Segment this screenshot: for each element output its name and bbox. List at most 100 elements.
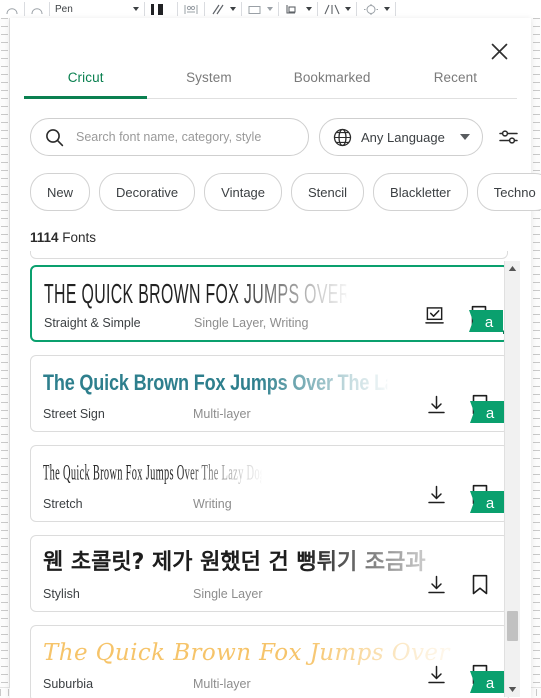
toolbar-shape-group[interactable]: [0, 0, 24, 18]
font-name: Stretch: [43, 497, 83, 511]
font-list-item[interactable]: The Quick Brown Fox Jumps Over The Lazy …: [30, 355, 509, 432]
toolbar-arrange[interactable]: [279, 0, 317, 18]
effects-icon: [362, 3, 380, 16]
chip-stencil[interactable]: Stencil: [291, 173, 365, 211]
font-preview-text: The Quick Brown Fox Jumps Over The Lazy …: [43, 460, 261, 486]
font-meta: Stylish Single Layer: [43, 586, 483, 602]
chevron-down-icon: [132, 7, 139, 11]
font-row-actions: [425, 305, 489, 327]
slant-icon: [210, 3, 226, 16]
font-preview-text: THE QUICK BROWN FOX JUMPS OVER THE LAZY …: [44, 277, 347, 309]
bookmark-icon[interactable]: [470, 394, 490, 416]
font-name: Stylish: [43, 587, 80, 601]
download-icon[interactable]: [426, 394, 446, 416]
chevron-down-icon: [305, 7, 312, 11]
download-icon[interactable]: [426, 664, 446, 686]
tab-bookmarked[interactable]: Bookmarked: [271, 66, 394, 98]
toolbar-pen-dropdown[interactable]: [128, 0, 144, 18]
font-name: Suburbia: [43, 677, 94, 691]
scroll-down-arrow-icon[interactable]: [505, 682, 520, 697]
font-row-actions: [426, 394, 490, 416]
font-list-item[interactable]: The Quick Brown Fox Jumps Over Suburbia Mu…: [30, 625, 509, 698]
font-picker-dialog: Cricut System Bookmarked Recent Search f…: [10, 18, 541, 698]
font-meta: Suburbia Multi-layer: [43, 676, 483, 692]
search-icon: [45, 128, 64, 147]
toolbar-flip[interactable]: [318, 0, 356, 18]
font-list-item[interactable]: THE QUICK BROWN FOX JUMPS OVER THE LAZY …: [30, 265, 509, 342]
download-icon[interactable]: [426, 484, 446, 506]
font-preview-text: The Quick Brown Fox Jumps Over The Lazy …: [43, 370, 387, 395]
language-dropdown[interactable]: Any Language: [319, 118, 483, 156]
font-count-number: 1114: [30, 230, 59, 245]
font-type: Single Layer, Writing: [194, 316, 309, 330]
bookmark-icon[interactable]: [469, 305, 489, 327]
scrollbar-thumb[interactable]: [507, 611, 518, 641]
ruler-left: [0, 18, 10, 698]
font-count-label: 1114 Fonts: [30, 230, 96, 245]
bookmark-icon[interactable]: [470, 574, 490, 596]
globe-icon: [332, 127, 353, 148]
pattern-icon: [183, 3, 199, 16]
search-field-wrapper[interactable]: [30, 118, 309, 156]
font-list-peek-card: [30, 251, 508, 259]
close-icon[interactable]: [486, 38, 512, 64]
scroll-up-arrow-icon[interactable]: [505, 261, 520, 276]
chevron-down-icon: [383, 7, 390, 11]
font-name: Straight & Simple: [44, 316, 141, 330]
download-icon[interactable]: [426, 574, 446, 596]
toolbar-arc-group[interactable]: [25, 0, 49, 18]
tab-cricut[interactable]: Cricut: [24, 66, 148, 99]
font-row-actions: [426, 664, 490, 686]
font-meta: Stretch Writing: [43, 496, 483, 512]
line-weight-icon: [150, 3, 172, 16]
font-row-actions: [426, 484, 490, 506]
chip-blackletter[interactable]: Blackletter: [373, 173, 468, 211]
chip-decorative[interactable]: Decorative: [99, 173, 196, 211]
toolbar-divider: [394, 2, 396, 16]
chevron-down-icon: [229, 7, 236, 11]
tab-recent[interactable]: Recent: [394, 66, 517, 98]
font-type: Single Layer: [193, 587, 263, 601]
font-preview-text: The Quick Brown Fox Jumps Over: [43, 640, 450, 666]
bookmark-icon[interactable]: [470, 484, 490, 506]
chevron-down-icon: [266, 7, 273, 11]
chip-techno[interactable]: Techno: [476, 173, 541, 211]
installed-icon[interactable]: [425, 305, 445, 327]
chip-new[interactable]: New: [30, 173, 91, 211]
bookmark-icon[interactable]: [470, 664, 490, 686]
toolbar-slant[interactable]: [205, 0, 241, 18]
font-list-item[interactable]: The Quick Brown Fox Jumps Over The Lazy …: [30, 445, 509, 522]
toolbar-effects[interactable]: [357, 0, 395, 18]
flip-icon: [323, 3, 341, 16]
filters-button[interactable]: [495, 122, 523, 152]
chip-vintage[interactable]: Vintage: [204, 173, 283, 211]
search-input[interactable]: [74, 129, 294, 145]
pen-label: Pen: [55, 3, 73, 15]
font-list-item[interactable]: 웬 초콜릿? 제가 원했던 건 뻥튀기 조금과 Stylish Single Lay…: [30, 535, 509, 612]
toolbar-rectangle[interactable]: [242, 0, 278, 18]
chevron-down-icon: [460, 134, 470, 140]
language-label: Any Language: [361, 129, 445, 145]
toolbar-pattern[interactable]: [178, 0, 204, 18]
toolbar-line-weight[interactable]: [145, 0, 177, 18]
category-chip-row: New Decorative Vintage Stencil Blacklett…: [30, 173, 541, 211]
font-picker-screen: Pen Cricut System Bookmarked Recent Sear…: [0, 0, 541, 698]
arc-icon: [30, 3, 44, 16]
font-meta: Street Sign Multi-layer: [43, 406, 483, 422]
font-type: Multi-layer: [193, 407, 251, 421]
toolbar-pen-group[interactable]: Pen: [50, 0, 78, 18]
font-meta: Straight & Simple Single Layer, Writing: [44, 315, 484, 331]
top-toolbar: Pen: [0, 0, 541, 18]
chevron-down-icon: [344, 7, 351, 11]
font-row-actions: [426, 574, 490, 596]
font-list-scrollbar[interactable]: [504, 261, 520, 697]
font-list: THE QUICK BROWN FOX JUMPS OVER THE LAZY …: [20, 251, 520, 698]
font-preview-text: 웬 초콜릿? 제가 원했던 건 뻥튀기 조금과: [43, 550, 426, 575]
font-source-tabs: Cricut System Bookmarked Recent: [24, 66, 517, 99]
arrange-icon: [284, 3, 302, 16]
font-type: Multi-layer: [193, 677, 251, 691]
rectangle-icon: [247, 3, 263, 16]
font-name: Street Sign: [43, 407, 105, 421]
search-filter-row: Any Language: [30, 118, 531, 156]
tab-system[interactable]: System: [147, 66, 270, 98]
